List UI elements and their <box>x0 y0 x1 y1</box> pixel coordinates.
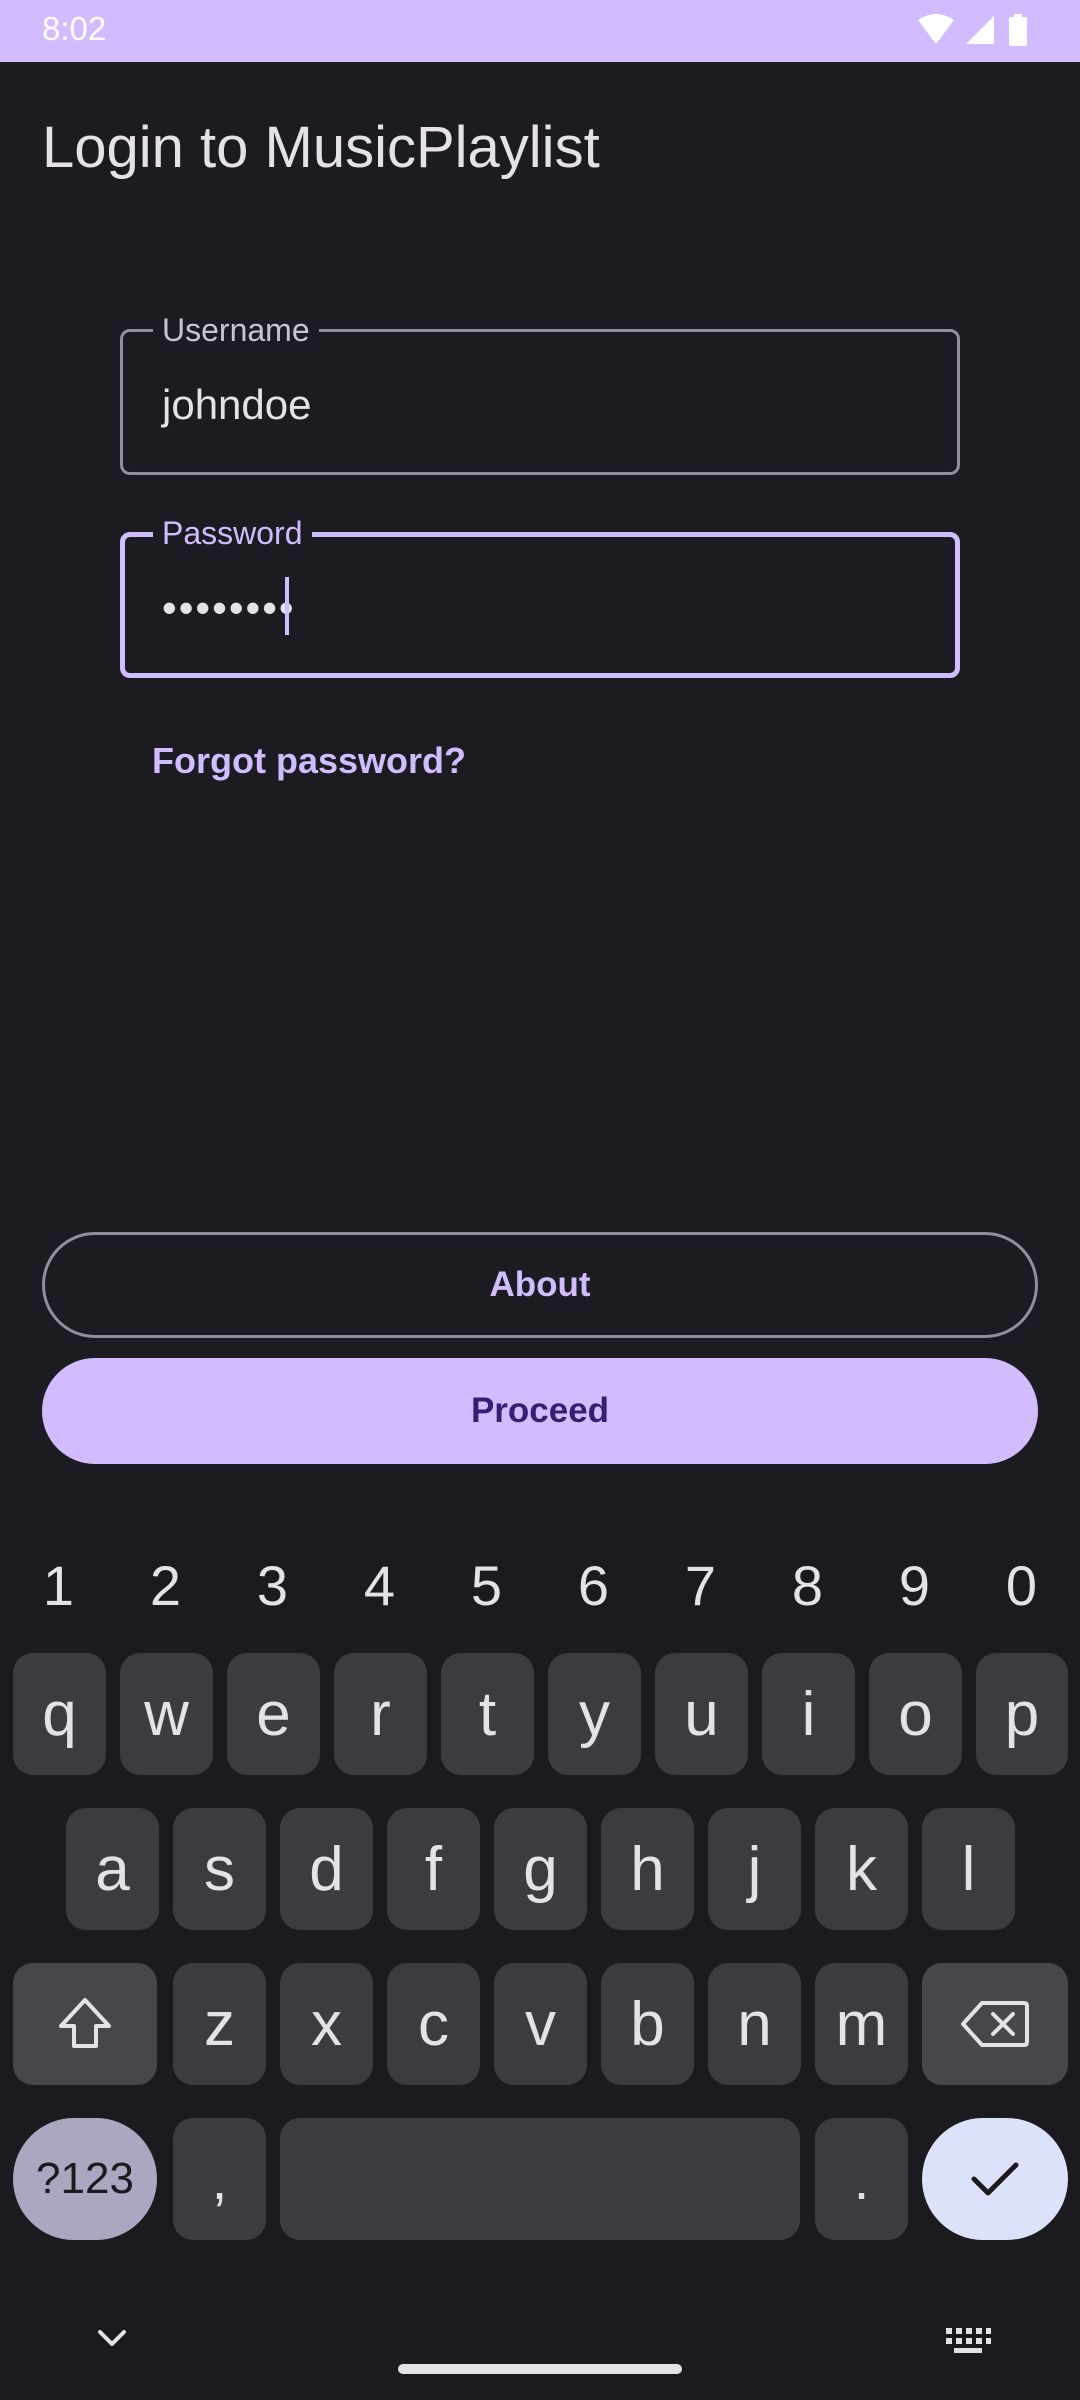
key-o[interactable]: o <box>869 1653 962 1775</box>
hide-keyboard-icon[interactable] <box>96 2326 128 2350</box>
key-f[interactable]: f <box>387 1808 480 1930</box>
key-s[interactable]: s <box>173 1808 266 1930</box>
key-b[interactable]: b <box>601 1963 694 2085</box>
period-key[interactable]: . <box>815 2118 908 2240</box>
username-field[interactable]: Username johndoe <box>120 312 960 475</box>
key-7[interactable]: 7 <box>647 1540 754 1630</box>
cellular-signal-icon <box>966 16 994 44</box>
username-value: johndoe <box>162 381 312 428</box>
key-w[interactable]: w <box>120 1653 213 1775</box>
key-q[interactable]: q <box>13 1653 106 1775</box>
keyboard-number-row: 1 2 3 4 5 6 7 8 9 0 <box>0 1540 1080 1630</box>
key-n[interactable]: n <box>708 1963 801 2085</box>
text-cursor <box>285 577 289 635</box>
key-i[interactable]: i <box>762 1653 855 1775</box>
battery-icon <box>1009 14 1027 46</box>
home-indicator[interactable] <box>398 2364 682 2374</box>
key-t[interactable]: t <box>441 1653 534 1775</box>
key-5[interactable]: 5 <box>433 1540 540 1630</box>
key-1[interactable]: 1 <box>5 1540 112 1630</box>
enter-key[interactable] <box>922 2118 1068 2240</box>
status-icons <box>916 12 1046 48</box>
keyboard-bottom-bar <box>0 2300 1080 2400</box>
space-key[interactable] <box>280 2118 800 2240</box>
backspace-icon <box>961 2001 1029 2047</box>
backspace-key[interactable] <box>922 1963 1068 2085</box>
keyboard-switch-icon[interactable] <box>944 2326 992 2356</box>
login-screen: 8:02 Login to MusicPlaylist Username joh… <box>0 0 1080 2400</box>
key-l[interactable]: l <box>922 1808 1015 1930</box>
forgot-password-link[interactable]: Forgot password? <box>152 740 466 782</box>
key-8[interactable]: 8 <box>754 1540 861 1630</box>
key-x[interactable]: x <box>280 1963 373 2085</box>
key-2[interactable]: 2 <box>112 1540 219 1630</box>
key-a[interactable]: a <box>66 1808 159 1930</box>
key-4[interactable]: 4 <box>326 1540 433 1630</box>
key-j[interactable]: j <box>708 1808 801 1930</box>
username-label: Username <box>153 312 319 348</box>
about-button[interactable]: About <box>42 1232 1038 1338</box>
key-r[interactable]: r <box>334 1653 427 1775</box>
key-k[interactable]: k <box>815 1808 908 1930</box>
key-e[interactable]: e <box>227 1653 320 1775</box>
key-9[interactable]: 9 <box>861 1540 968 1630</box>
key-3[interactable]: 3 <box>219 1540 326 1630</box>
wifi-icon <box>918 14 954 44</box>
password-label: Password <box>153 515 312 551</box>
key-g[interactable]: g <box>494 1808 587 1930</box>
key-d[interactable]: d <box>280 1808 373 1930</box>
shift-key[interactable] <box>13 1963 157 2085</box>
key-u[interactable]: u <box>655 1653 748 1775</box>
proceed-button[interactable]: Proceed <box>42 1358 1038 1464</box>
shift-icon <box>59 1998 111 2048</box>
comma-key[interactable]: , <box>173 2118 266 2240</box>
key-p[interactable]: p <box>976 1653 1068 1775</box>
status-time: 8:02 <box>42 10 107 47</box>
password-value: •••••••• <box>162 584 296 631</box>
key-v[interactable]: v <box>494 1963 587 2085</box>
key-h[interactable]: h <box>601 1808 694 1930</box>
checkmark-icon <box>971 2162 1019 2196</box>
password-field[interactable]: Password •••••••• <box>120 515 960 678</box>
key-0[interactable]: 0 <box>968 1540 1075 1630</box>
soft-keyboard: 1 2 3 4 5 6 7 8 9 0 <box>0 1510 1080 2400</box>
key-6[interactable]: 6 <box>540 1540 647 1630</box>
key-m[interactable]: m <box>815 1963 908 2085</box>
key-y[interactable]: y <box>548 1653 641 1775</box>
key-z[interactable]: z <box>173 1963 266 2085</box>
status-bar: 8:02 <box>0 0 1080 62</box>
symbols-key[interactable]: ?123 <box>13 2118 157 2240</box>
page-title: Login to MusicPlaylist <box>42 115 600 180</box>
key-c[interactable]: c <box>387 1963 480 2085</box>
